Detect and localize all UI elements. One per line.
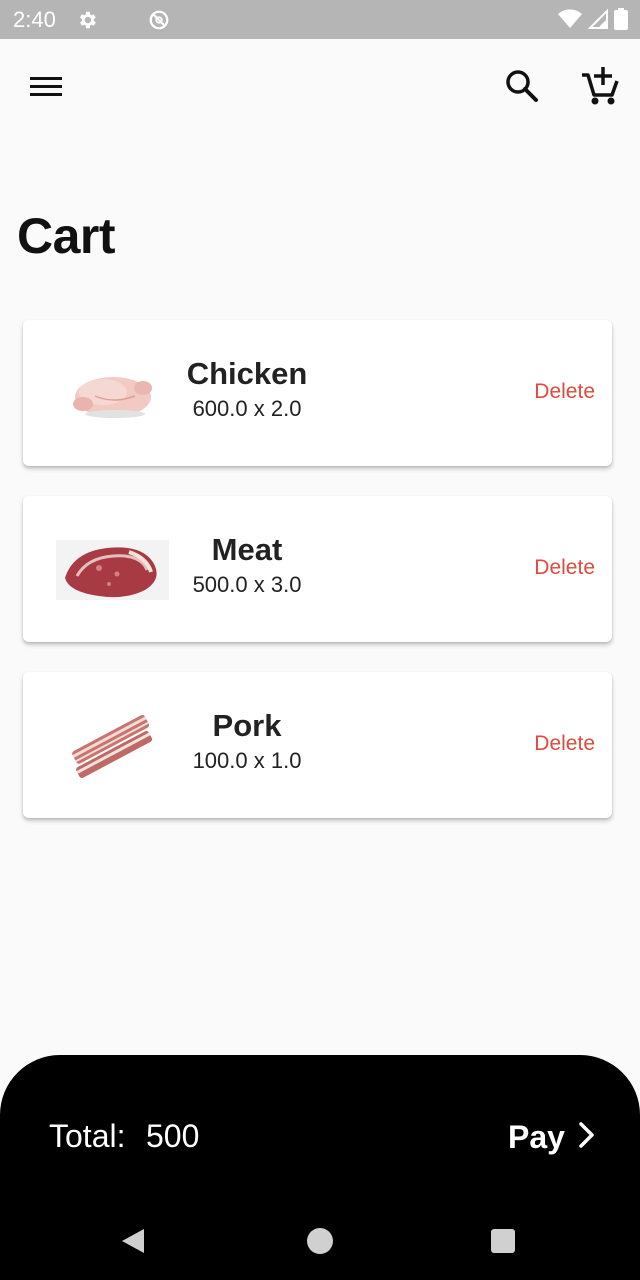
delete-button[interactable]: Delete bbox=[534, 380, 595, 404]
cart-list: Chicken 600.0 x 2.0 Delete Meat 500.0 x … bbox=[23, 320, 612, 848]
pay-button[interactable]: Pay bbox=[508, 1115, 599, 1159]
signal-icon bbox=[587, 8, 608, 34]
home-icon[interactable] bbox=[307, 1228, 333, 1254]
search-icon bbox=[500, 70, 544, 112]
delete-button[interactable]: Delete bbox=[534, 732, 595, 756]
no-sign-icon bbox=[148, 9, 170, 36]
steak-image bbox=[55, 528, 170, 610]
gear-icon bbox=[76, 9, 98, 36]
menu-button[interactable] bbox=[24, 67, 68, 107]
navigation-bar bbox=[0, 1205, 640, 1280]
total-value: 500 bbox=[146, 1118, 200, 1154]
battery-icon bbox=[614, 8, 628, 35]
back-icon[interactable] bbox=[120, 1227, 146, 1260]
item-details: Chicken 600.0 x 2.0 bbox=[173, 354, 321, 422]
cart-button[interactable] bbox=[578, 61, 622, 107]
pay-label: Pay bbox=[508, 1118, 565, 1155]
chicken-image bbox=[55, 352, 170, 434]
item-name: Chicken bbox=[186, 356, 308, 391]
recents-icon[interactable] bbox=[491, 1229, 515, 1253]
status-indicators bbox=[558, 8, 628, 35]
wifi-icon bbox=[558, 9, 582, 34]
item-details: Meat 500.0 x 3.0 bbox=[173, 530, 321, 598]
item-name: Meat bbox=[211, 532, 283, 567]
cart-item-chicken: Chicken 600.0 x 2.0 Delete bbox=[23, 320, 612, 466]
page-title: Cart bbox=[17, 208, 116, 264]
item-quantity: 500.0 x 3.0 bbox=[192, 572, 302, 597]
search-button[interactable] bbox=[500, 64, 544, 108]
cart-item-meat: Meat 500.0 x 3.0 Delete bbox=[23, 496, 612, 642]
pork-belly-image bbox=[55, 704, 170, 786]
delete-button[interactable]: Delete bbox=[534, 556, 595, 580]
item-quantity: 600.0 x 2.0 bbox=[192, 396, 302, 421]
cart-item-pork: Pork 100.0 x 1.0 Delete bbox=[23, 672, 612, 818]
status-bar: 2:40 bbox=[0, 0, 640, 39]
status-time: 2:40 bbox=[13, 7, 56, 32]
menu-icon bbox=[24, 77, 68, 111]
app-bar bbox=[0, 39, 640, 131]
item-name: Pork bbox=[212, 708, 282, 743]
total-label: Total: bbox=[49, 1118, 126, 1154]
item-quantity: 100.0 x 1.0 bbox=[192, 748, 302, 773]
chevron-right-icon bbox=[575, 1120, 599, 1155]
add-to-cart-icon bbox=[578, 67, 622, 111]
checkout-bar: Total: 500 Pay bbox=[0, 1055, 640, 1280]
item-details: Pork 100.0 x 1.0 bbox=[173, 706, 321, 774]
